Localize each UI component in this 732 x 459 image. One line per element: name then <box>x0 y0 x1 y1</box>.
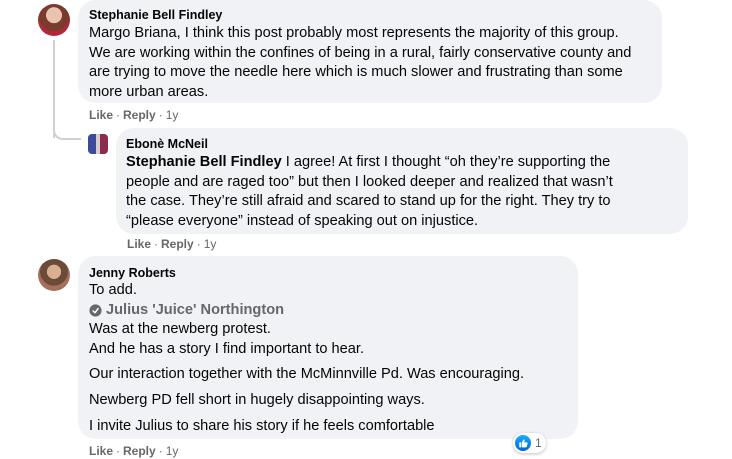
comment-author[interactable]: Ebonè McNeil <box>126 136 676 152</box>
reply-link[interactable]: Reply <box>123 444 156 458</box>
reply-link[interactable]: Reply <box>123 108 156 122</box>
comment-actions: Like · Reply · 1y <box>89 444 179 458</box>
comment-actions: Like · Reply · 1y <box>89 108 179 122</box>
avatar-stephanie[interactable] <box>38 4 70 36</box>
like-link[interactable]: Like <box>89 108 113 122</box>
tag-icon <box>89 304 102 317</box>
reaction-count: 1 <box>535 436 542 450</box>
timestamp[interactable]: 1y <box>166 108 179 122</box>
comment-bubble-jenny: Jenny Roberts To add. Julius 'Juice' Nor… <box>78 256 578 439</box>
comment-author[interactable]: Stephanie Bell Findley <box>89 7 650 23</box>
avatar-jenny[interactable] <box>38 259 70 291</box>
timestamp[interactable]: 1y <box>204 237 217 251</box>
timestamp[interactable]: 1y <box>166 444 179 458</box>
avatar-ebone[interactable] <box>88 134 108 154</box>
mention-link[interactable]: Stephanie Bell Findley <box>126 154 282 170</box>
thread-curve <box>53 126 81 140</box>
comment-bubble-stephanie: Stephanie Bell Findley Margo Briana, I t… <box>78 0 662 103</box>
comment-text: Stephanie Bell Findley I agree! At first… <box>126 154 613 229</box>
like-link[interactable]: Like <box>127 237 151 251</box>
comment-bubble-ebone: Ebonè McNeil Stephanie Bell Findley I ag… <box>116 128 688 234</box>
reply-link[interactable]: Reply <box>161 237 194 251</box>
comment-text: To add. Julius 'Juice' Northington Was a… <box>89 281 566 436</box>
reaction-badge[interactable]: 1 <box>513 433 546 453</box>
like-reaction-icon <box>515 435 531 451</box>
tagged-profile-link[interactable]: Julius 'Juice' Northington <box>89 301 566 321</box>
comment-text: Margo Briana, I think this post probably… <box>89 25 632 100</box>
comment-author[interactable]: Jenny Roberts <box>89 265 566 281</box>
comment-actions: Like · Reply · 1y <box>127 237 217 251</box>
like-link[interactable]: Like <box>89 444 113 458</box>
thread-line <box>53 40 55 138</box>
